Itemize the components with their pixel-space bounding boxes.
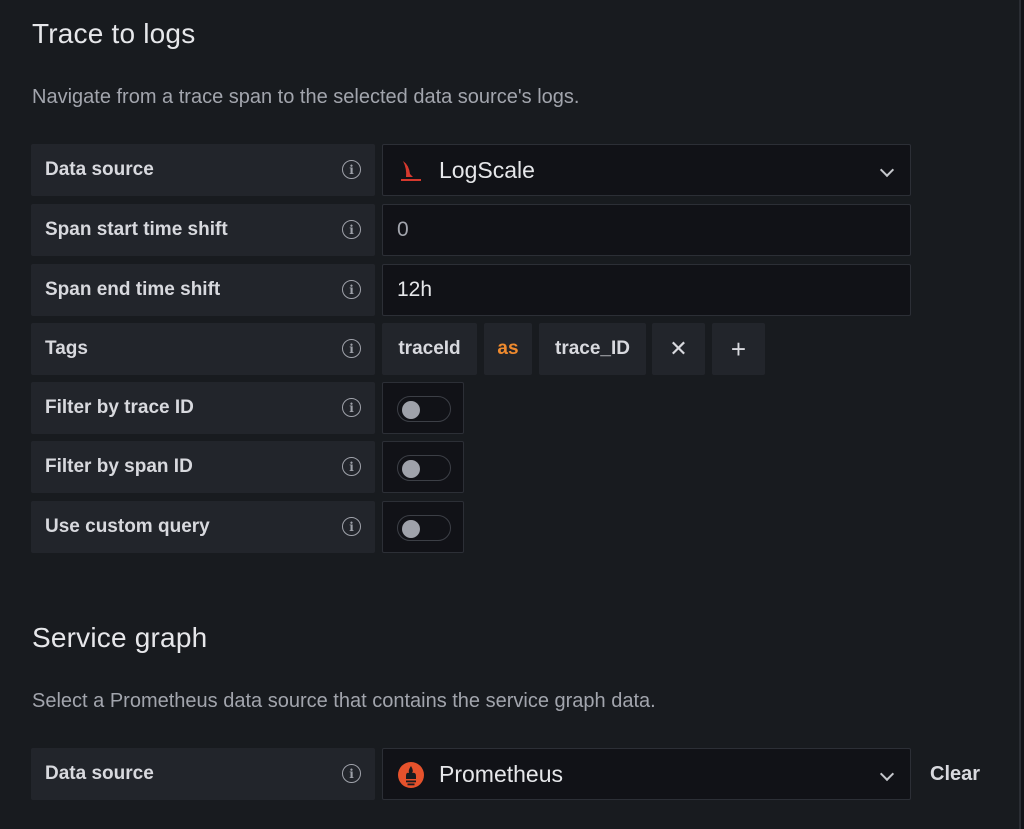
service-graph-data-source-row: Data source i Prometheus [31, 748, 911, 800]
logscale-icon [401, 161, 421, 181]
service-graph-data-source-select[interactable]: Prometheus [382, 748, 911, 800]
logs-data-source-label: Data source i [31, 144, 375, 196]
span-start-label-text: Span start time shift [45, 219, 228, 240]
custom-query-toggle-container [382, 501, 464, 553]
service-graph-data-source-label-text: Data source [45, 763, 154, 784]
tags-label: Tags i [31, 323, 375, 375]
plus-icon: + [730, 333, 747, 364]
logs-data-source-select[interactable]: LogScale [382, 144, 911, 196]
filter-span-toggle[interactable] [397, 455, 451, 481]
filter-trace-row: Filter by trace ID i [31, 382, 911, 434]
service-graph-heading: Service graph [32, 622, 208, 653]
filter-trace-toggle[interactable] [397, 396, 451, 422]
add-tag-button[interactable]: + [712, 323, 765, 375]
toggle-knob [402, 401, 420, 419]
filter-trace-label-text: Filter by trace ID [45, 397, 194, 418]
tag-value-input[interactable]: trace_ID [539, 323, 646, 375]
remove-tag-button[interactable]: ✕ [652, 323, 705, 375]
filter-span-row: Filter by span ID i [31, 441, 911, 493]
info-icon[interactable]: i [342, 160, 361, 179]
span-end-label: Span end time shift i [31, 264, 375, 316]
span-start-input[interactable]: 0 [382, 204, 911, 256]
info-icon[interactable]: i [342, 764, 361, 783]
custom-query-row: Use custom query i [31, 501, 911, 553]
info-icon[interactable]: i [342, 220, 361, 239]
logs-data-source-label-text: Data source [45, 159, 154, 180]
span-start-row: Span start time shift i 0 [31, 204, 911, 256]
filter-span-label: Filter by span ID i [31, 441, 375, 493]
datasource-settings-panel: Trace to logs Navigate from a trace span… [0, 0, 1021, 829]
service-graph-description: Select a Prometheus data source that con… [32, 690, 656, 712]
span-start-label: Span start time shift i [31, 204, 375, 256]
close-icon: ✕ [669, 336, 688, 361]
toggle-knob [402, 520, 420, 538]
custom-query-toggle[interactable] [397, 515, 451, 541]
tag-as-label: as [484, 323, 532, 375]
custom-query-label-text: Use custom query [45, 516, 210, 537]
custom-query-label: Use custom query i [31, 501, 375, 553]
filter-span-label-text: Filter by span ID [45, 456, 193, 477]
prometheus-icon [398, 762, 424, 788]
span-end-row: Span end time shift i 12h [31, 264, 911, 316]
trace-to-logs-heading: Trace to logs [32, 18, 196, 49]
info-icon[interactable]: i [342, 339, 361, 358]
filter-trace-toggle-container [382, 382, 464, 434]
logs-data-source-value: LogScale [439, 156, 535, 183]
info-icon[interactable]: i [342, 517, 361, 536]
toggle-knob [402, 460, 420, 478]
span-end-input[interactable]: 12h [382, 264, 911, 316]
filter-span-toggle-container [382, 441, 464, 493]
info-icon[interactable]: i [342, 280, 361, 299]
info-icon[interactable]: i [342, 457, 361, 476]
service-graph-data-source-value: Prometheus [439, 760, 564, 787]
clear-button[interactable]: Clear [930, 763, 980, 786]
span-end-label-text: Span end time shift [45, 279, 221, 300]
service-graph-data-source-label: Data source i [31, 748, 375, 800]
chevron-down-icon [879, 766, 895, 782]
trace-to-logs-description: Navigate from a trace span to the select… [32, 86, 580, 108]
tags-row: Tags i traceId as trace_ID ✕ + [31, 323, 911, 375]
logs-data-source-row: Data source i LogScale [31, 144, 911, 196]
tag-key-input[interactable]: traceId [382, 323, 477, 375]
info-icon[interactable]: i [342, 398, 361, 417]
filter-trace-label: Filter by trace ID i [31, 382, 375, 434]
chevron-down-icon [879, 162, 895, 178]
tags-label-text: Tags [45, 338, 88, 359]
